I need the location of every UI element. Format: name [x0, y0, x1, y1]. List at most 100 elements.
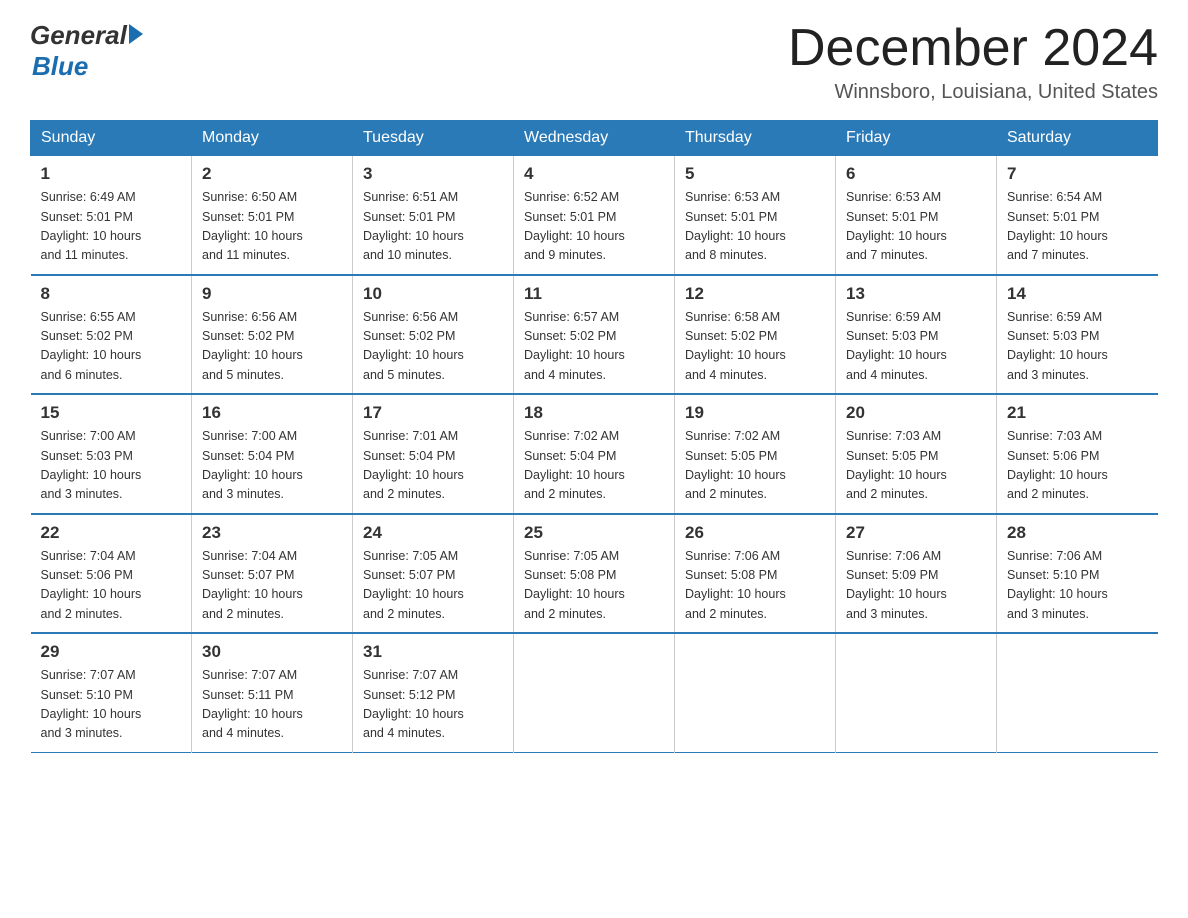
day-info: Sunrise: 7:06 AM Sunset: 5:09 PM Dayligh… — [846, 547, 986, 625]
day-info: Sunrise: 7:00 AM Sunset: 5:04 PM Dayligh… — [202, 427, 342, 505]
title-section: December 2024 Winnsboro, Louisiana, Unit… — [788, 20, 1158, 104]
header-day-wednesday: Wednesday — [514, 121, 675, 156]
logo-blue: Blue — [30, 51, 143, 82]
day-number: 7 — [1007, 164, 1148, 184]
day-cell — [836, 633, 997, 752]
day-cell: 12Sunrise: 6:58 AM Sunset: 5:02 PM Dayli… — [675, 275, 836, 395]
day-info: Sunrise: 6:56 AM Sunset: 5:02 PM Dayligh… — [363, 308, 503, 386]
day-info: Sunrise: 7:03 AM Sunset: 5:06 PM Dayligh… — [1007, 427, 1148, 505]
day-info: Sunrise: 7:07 AM Sunset: 5:11 PM Dayligh… — [202, 666, 342, 744]
day-info: Sunrise: 6:56 AM Sunset: 5:02 PM Dayligh… — [202, 308, 342, 386]
day-number: 19 — [685, 403, 825, 423]
day-info: Sunrise: 7:05 AM Sunset: 5:08 PM Dayligh… — [524, 547, 664, 625]
day-cell: 26 Sunrise: 7:06 AM Sunset: 5:08 PM Dayli… — [675, 514, 836, 634]
day-cell — [514, 633, 675, 752]
day-cell: 29 Sunrise: 7:07 AM Sunset: 5:10 PM Dayli… — [31, 633, 192, 752]
day-number: 5 — [685, 164, 825, 184]
day-number: 1 — [41, 164, 182, 184]
day-cell: 2 Sunrise: 6:50 AM Sunset: 5:01 PM Daylig… — [192, 156, 353, 275]
day-info: Sunrise: 6:54 AM Sunset: 5:01 PM Dayligh… — [1007, 188, 1148, 266]
day-number: 23 — [202, 523, 342, 543]
day-cell — [997, 633, 1158, 752]
logo-general: General — [30, 20, 127, 51]
day-cell: 27 Sunrise: 7:06 AM Sunset: 5:09 PM Dayli… — [836, 514, 997, 634]
day-info: Sunrise: 6:50 AM Sunset: 5:01 PM Dayligh… — [202, 188, 342, 266]
week-row-3: 15 Sunrise: 7:00 AM Sunset: 5:03 PM Dayli… — [31, 394, 1158, 514]
day-info: Sunrise: 7:04 AM Sunset: 5:06 PM Dayligh… — [41, 547, 182, 625]
day-info: Sunrise: 7:03 AM Sunset: 5:05 PM Dayligh… — [846, 427, 986, 505]
day-cell: 28 Sunrise: 7:06 AM Sunset: 5:10 PM Dayli… — [997, 514, 1158, 634]
day-info: Sunrise: 7:07 AM Sunset: 5:10 PM Dayligh… — [41, 666, 182, 744]
day-number: 15 — [41, 403, 182, 423]
day-number: 21 — [1007, 403, 1148, 423]
day-cell: 31 Sunrise: 7:07 AM Sunset: 5:12 PM Dayli… — [353, 633, 514, 752]
day-cell: 30 Sunrise: 7:07 AM Sunset: 5:11 PM Dayli… — [192, 633, 353, 752]
day-number: 3 — [363, 164, 503, 184]
calendar-header: SundayMondayTuesdayWednesdayThursdayFrid… — [31, 121, 1158, 156]
day-cell: 4 Sunrise: 6:52 AM Sunset: 5:01 PM Daylig… — [514, 156, 675, 275]
day-info: Sunrise: 7:04 AM Sunset: 5:07 PM Dayligh… — [202, 547, 342, 625]
day-info: Sunrise: 6:55 AM Sunset: 5:02 PM Dayligh… — [41, 308, 182, 386]
day-info: Sunrise: 6:49 AM Sunset: 5:01 PM Dayligh… — [41, 188, 182, 266]
day-cell: 18 Sunrise: 7:02 AM Sunset: 5:04 PM Dayli… — [514, 394, 675, 514]
day-number: 16 — [202, 403, 342, 423]
week-row-4: 22 Sunrise: 7:04 AM Sunset: 5:06 PM Dayli… — [31, 514, 1158, 634]
day-cell: 7 Sunrise: 6:54 AM Sunset: 5:01 PM Daylig… — [997, 156, 1158, 275]
header-day-monday: Monday — [192, 121, 353, 156]
day-number: 29 — [41, 642, 182, 662]
day-number: 18 — [524, 403, 664, 423]
day-info: Sunrise: 7:05 AM Sunset: 5:07 PM Dayligh… — [363, 547, 503, 625]
day-info: Sunrise: 7:02 AM Sunset: 5:05 PM Dayligh… — [685, 427, 825, 505]
day-cell: 8 Sunrise: 6:55 AM Sunset: 5:02 PM Daylig… — [31, 275, 192, 395]
day-cell: 19 Sunrise: 7:02 AM Sunset: 5:05 PM Dayli… — [675, 394, 836, 514]
day-cell: 15 Sunrise: 7:00 AM Sunset: 5:03 PM Dayli… — [31, 394, 192, 514]
week-row-5: 29 Sunrise: 7:07 AM Sunset: 5:10 PM Dayli… — [31, 633, 1158, 752]
day-cell: 23 Sunrise: 7:04 AM Sunset: 5:07 PM Dayli… — [192, 514, 353, 634]
day-cell: 9Sunrise: 6:56 AM Sunset: 5:02 PM Daylig… — [192, 275, 353, 395]
day-number: 22 — [41, 523, 182, 543]
day-number: 27 — [846, 523, 986, 543]
day-number: 13 — [846, 284, 986, 304]
day-cell: 11 Sunrise: 6:57 AM Sunset: 5:02 PM Dayli… — [514, 275, 675, 395]
day-cell: 24 Sunrise: 7:05 AM Sunset: 5:07 PM Dayli… — [353, 514, 514, 634]
day-number: 28 — [1007, 523, 1148, 543]
day-info: Sunrise: 7:07 AM Sunset: 5:12 PM Dayligh… — [363, 666, 503, 744]
day-info: Sunrise: 6:59 AM Sunset: 5:03 PM Dayligh… — [1007, 308, 1148, 386]
day-number: 26 — [685, 523, 825, 543]
day-info: Sunrise: 6:57 AM Sunset: 5:02 PM Dayligh… — [524, 308, 664, 386]
day-cell: 6Sunrise: 6:53 AM Sunset: 5:01 PM Daylig… — [836, 156, 997, 275]
day-number: 11 — [524, 284, 664, 304]
day-info: Sunrise: 7:00 AM Sunset: 5:03 PM Dayligh… — [41, 427, 182, 505]
logo: General Blue — [30, 20, 143, 82]
day-cell: 17 Sunrise: 7:01 AM Sunset: 5:04 PM Dayli… — [353, 394, 514, 514]
location: Winnsboro, Louisiana, United States — [788, 81, 1158, 104]
day-cell: 16 Sunrise: 7:00 AM Sunset: 5:04 PM Dayli… — [192, 394, 353, 514]
day-info: Sunrise: 7:06 AM Sunset: 5:08 PM Dayligh… — [685, 547, 825, 625]
day-cell: 21 Sunrise: 7:03 AM Sunset: 5:06 PM Dayli… — [997, 394, 1158, 514]
day-info: Sunrise: 6:59 AM Sunset: 5:03 PM Dayligh… — [846, 308, 986, 386]
day-number: 17 — [363, 403, 503, 423]
day-info: Sunrise: 7:01 AM Sunset: 5:04 PM Dayligh… — [363, 427, 503, 505]
day-number: 31 — [363, 642, 503, 662]
day-info: Sunrise: 7:02 AM Sunset: 5:04 PM Dayligh… — [524, 427, 664, 505]
day-info: Sunrise: 6:53 AM Sunset: 5:01 PM Dayligh… — [846, 188, 986, 266]
day-number: 24 — [363, 523, 503, 543]
page-header: General Blue December 2024 Winnsboro, Lo… — [30, 20, 1158, 104]
day-number: 10 — [363, 284, 503, 304]
day-info: Sunrise: 6:52 AM Sunset: 5:01 PM Dayligh… — [524, 188, 664, 266]
day-cell: 3 Sunrise: 6:51 AM Sunset: 5:01 PM Daylig… — [353, 156, 514, 275]
header-day-sunday: Sunday — [31, 121, 192, 156]
day-cell: 13 Sunrise: 6:59 AM Sunset: 5:03 PM Dayli… — [836, 275, 997, 395]
day-number: 8 — [41, 284, 182, 304]
day-number: 2 — [202, 164, 342, 184]
header-day-tuesday: Tuesday — [353, 121, 514, 156]
header-row: SundayMondayTuesdayWednesdayThursdayFrid… — [31, 121, 1158, 156]
day-info: Sunrise: 6:51 AM Sunset: 5:01 PM Dayligh… — [363, 188, 503, 266]
day-number: 30 — [202, 642, 342, 662]
day-info: Sunrise: 6:58 AM Sunset: 5:02 PM Dayligh… — [685, 308, 825, 386]
day-info: Sunrise: 7:06 AM Sunset: 5:10 PM Dayligh… — [1007, 547, 1148, 625]
day-number: 4 — [524, 164, 664, 184]
calendar-body: 1 Sunrise: 6:49 AM Sunset: 5:01 PM Daylig… — [31, 156, 1158, 753]
day-number: 25 — [524, 523, 664, 543]
day-cell: 10 Sunrise: 6:56 AM Sunset: 5:02 PM Dayli… — [353, 275, 514, 395]
